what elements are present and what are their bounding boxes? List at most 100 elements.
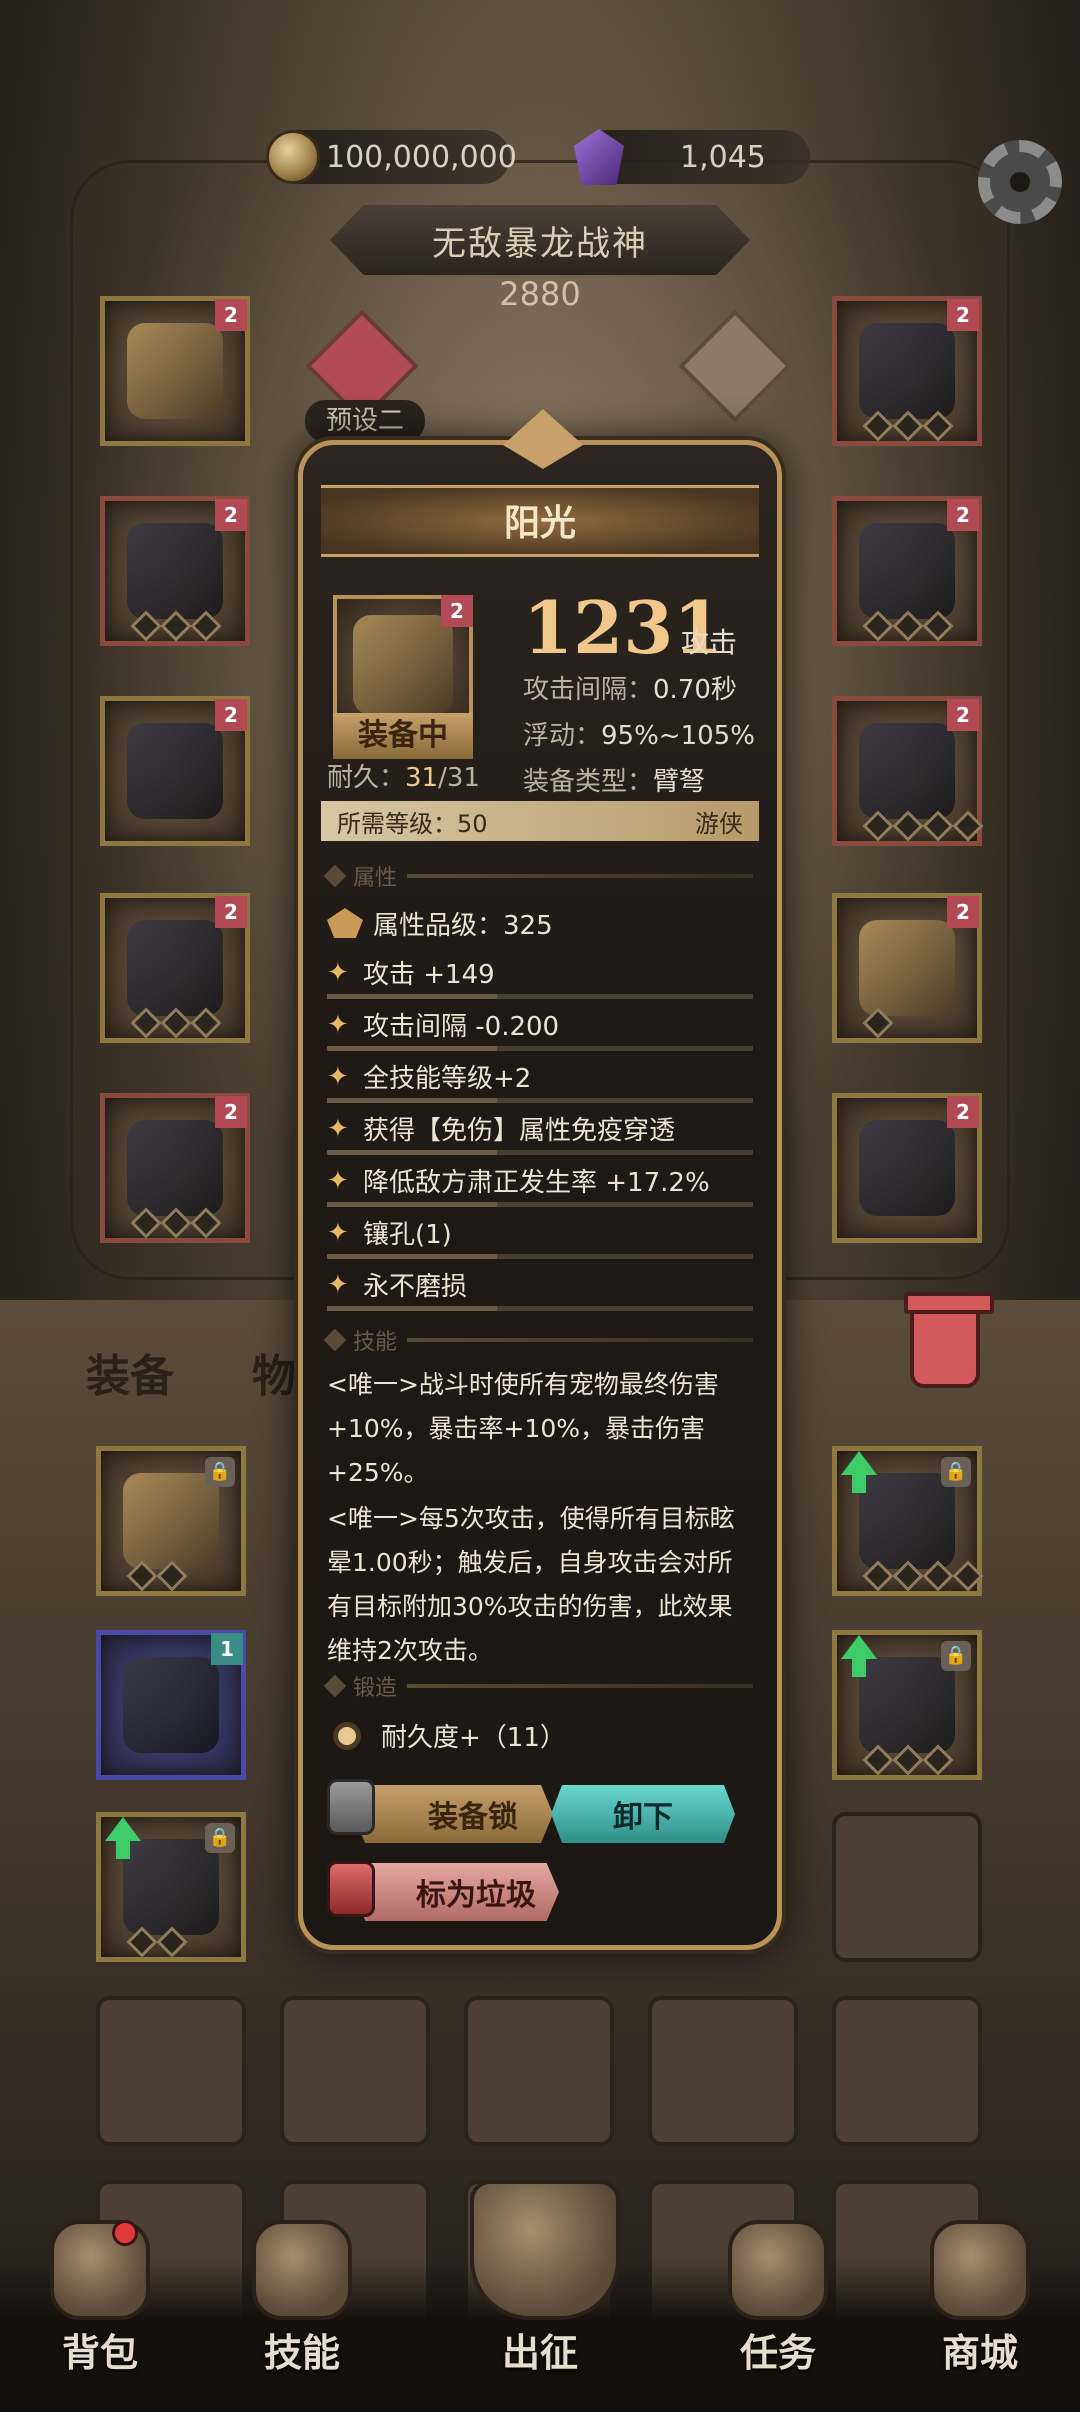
section-forge-label: 锻造 — [353, 1676, 398, 1701]
ring-item-icon — [123, 1657, 219, 1753]
lock-icon: 🔒 — [205, 1457, 235, 1487]
attribute-text: 全技能等级+2 — [363, 1064, 532, 1094]
pants-item-icon — [127, 920, 223, 1016]
equip-slot-ring[interactable]: 2 — [832, 496, 982, 646]
inventory-ring[interactable]: 1 — [96, 1630, 246, 1780]
star-icon: ✦ — [327, 1113, 349, 1144]
attribute-quality: 属性品级：325 — [327, 899, 753, 947]
equip-slot-wings[interactable]: 2 — [100, 296, 250, 446]
required-level: 所需等级：50 — [337, 809, 488, 838]
inventory-empty-slot[interactable] — [648, 1996, 798, 2146]
star-icon: ✦ — [327, 957, 349, 988]
durability: 耐久：31/31 — [327, 757, 480, 794]
junk-bin-icon — [327, 1861, 375, 1917]
inventory-pants[interactable]: 🔒 — [96, 1812, 246, 1962]
inventory-empty-slot[interactable] — [832, 1812, 982, 1962]
nav-expedition[interactable]: 出征 — [470, 2180, 620, 2377]
equip-slot-pants[interactable]: 2 — [100, 893, 250, 1043]
attribute-text: 镶孔(1) — [363, 1220, 452, 1250]
skill-description-2: <唯一>每5次攻击，使得所有目标眩晕1.00秒；触发后，自身攻击会对所有目标附加… — [327, 1504, 735, 1665]
nav-backpack[interactable]: 背包 — [30, 2220, 170, 2377]
equip-slot-boots[interactable]: 2 — [100, 1093, 250, 1243]
section-attributes-label: 属性 — [353, 866, 398, 891]
bow-item-icon — [859, 1473, 955, 1569]
attribute-row: ✦ 镶孔(1) — [327, 1211, 753, 1259]
type-label: 装备类型： — [523, 767, 654, 797]
inventory-empty-slot[interactable] — [832, 1996, 982, 2146]
inventory-empty-slot[interactable] — [464, 1996, 614, 2146]
bottom-nav: 背包 技能 出征 任务 商城 — [0, 2180, 1080, 2412]
crossbow-item-icon — [123, 1473, 219, 1569]
float-value: 95%~105% — [601, 721, 755, 751]
equip-slot-crossbow[interactable]: 2 — [832, 893, 982, 1043]
item-name: 阳光 — [321, 485, 759, 557]
bow-item-icon — [859, 1657, 955, 1753]
attribute-text: 永不磨损 — [363, 1272, 468, 1302]
socket-row — [862, 1744, 954, 1776]
inventory-bow-2[interactable]: 🔒 — [832, 1630, 982, 1780]
slot-badge: 2 — [215, 299, 247, 331]
settings-gear-icon[interactable] — [978, 140, 1062, 224]
inventory-crossbow[interactable]: 🔒 — [96, 1446, 246, 1596]
inventory-empty-slot[interactable] — [280, 1996, 430, 2146]
attack-interval: 攻击间隔：0.70秒 — [523, 669, 737, 706]
quality-text: 属性品级：325 — [373, 910, 553, 941]
inventory-empty-slot[interactable] — [96, 1996, 246, 2146]
mark-junk-button[interactable]: 标为垃圾 — [353, 1863, 559, 1921]
diamond-icon — [323, 1328, 347, 1352]
boots-item-icon — [127, 1120, 223, 1216]
equip-slot-pet[interactable]: 2 — [832, 1093, 982, 1243]
slot-badge: 2 — [215, 896, 247, 928]
equip-slot-armor[interactable]: 2 — [100, 496, 250, 646]
socket-row — [130, 1207, 222, 1239]
skill-book-icon — [252, 2220, 352, 2320]
nav-shop[interactable]: 商城 — [910, 2220, 1050, 2377]
float-label: 浮动： — [523, 721, 602, 751]
gem-display: 1,045 — [574, 129, 810, 185]
shop-crown-icon — [930, 2220, 1030, 2320]
upgrade-arrow-icon — [841, 1451, 877, 1493]
star-icon: ✦ — [327, 1269, 349, 1300]
star-icon: ✦ — [327, 1009, 349, 1040]
type-value: 臂弩 — [653, 767, 706, 797]
preset-label[interactable]: 预设二 — [305, 400, 425, 442]
durability-max: /31 — [438, 763, 480, 793]
required-class: 游侠 — [695, 809, 743, 838]
attribute-row: ✦ 获得【免伤】属性免疫穿透 — [327, 1107, 753, 1155]
attack-interval-value: 0.70秒 — [653, 675, 737, 705]
forge-dot-icon — [333, 1721, 361, 1750]
scroll-icon — [728, 2220, 828, 2320]
crossbow-item-icon — [859, 920, 955, 1016]
slot-badge: 2 — [215, 1096, 247, 1128]
socket-row — [862, 410, 954, 442]
equip-type: 装备类型：臂弩 — [523, 761, 705, 798]
nav-skills[interactable]: 技能 — [232, 2220, 372, 2377]
attribute-row: ✦ 攻击间隔 -0.200 — [327, 1003, 753, 1051]
equip-slot-cape[interactable]: 2 — [100, 696, 250, 846]
unequip-button[interactable]: 卸下 — [551, 1785, 735, 1843]
notification-dot — [112, 2220, 138, 2246]
durability-label: 耐久： — [327, 763, 406, 793]
star-icon: ✦ — [327, 1165, 349, 1196]
equip-slot-bracer[interactable]: 2 — [832, 696, 984, 846]
section-attributes: 属性 — [323, 861, 753, 891]
socket-row — [130, 1007, 222, 1039]
trash-icon[interactable] — [904, 1292, 994, 1388]
armor-item-icon — [127, 523, 223, 619]
item-badge: 2 — [441, 595, 473, 627]
hero-title: 无敌暴龙战神 — [330, 205, 750, 275]
inventory-bow[interactable]: 🔒 — [832, 1446, 984, 1596]
ring-item-icon — [859, 523, 955, 619]
bracer-item-icon — [859, 723, 955, 819]
tab-equipment[interactable]: 装备 — [86, 1340, 174, 1404]
nav-label: 商城 — [941, 2331, 1018, 2375]
equip-slot-necklace[interactable]: 2 — [832, 296, 982, 446]
pet-item-icon — [859, 1120, 955, 1216]
pants-item-icon — [123, 1839, 219, 1935]
gem-amount: 1,045 — [680, 139, 766, 175]
attribute-row: ✦ 全技能等级+2 — [327, 1055, 753, 1103]
slot-badge: 2 — [947, 896, 979, 928]
equip-lock-button[interactable]: 装备锁 — [353, 1785, 553, 1843]
nav-quests[interactable]: 任务 — [708, 2220, 848, 2377]
attribute-row: ✦ 攻击 +149 — [327, 951, 753, 999]
